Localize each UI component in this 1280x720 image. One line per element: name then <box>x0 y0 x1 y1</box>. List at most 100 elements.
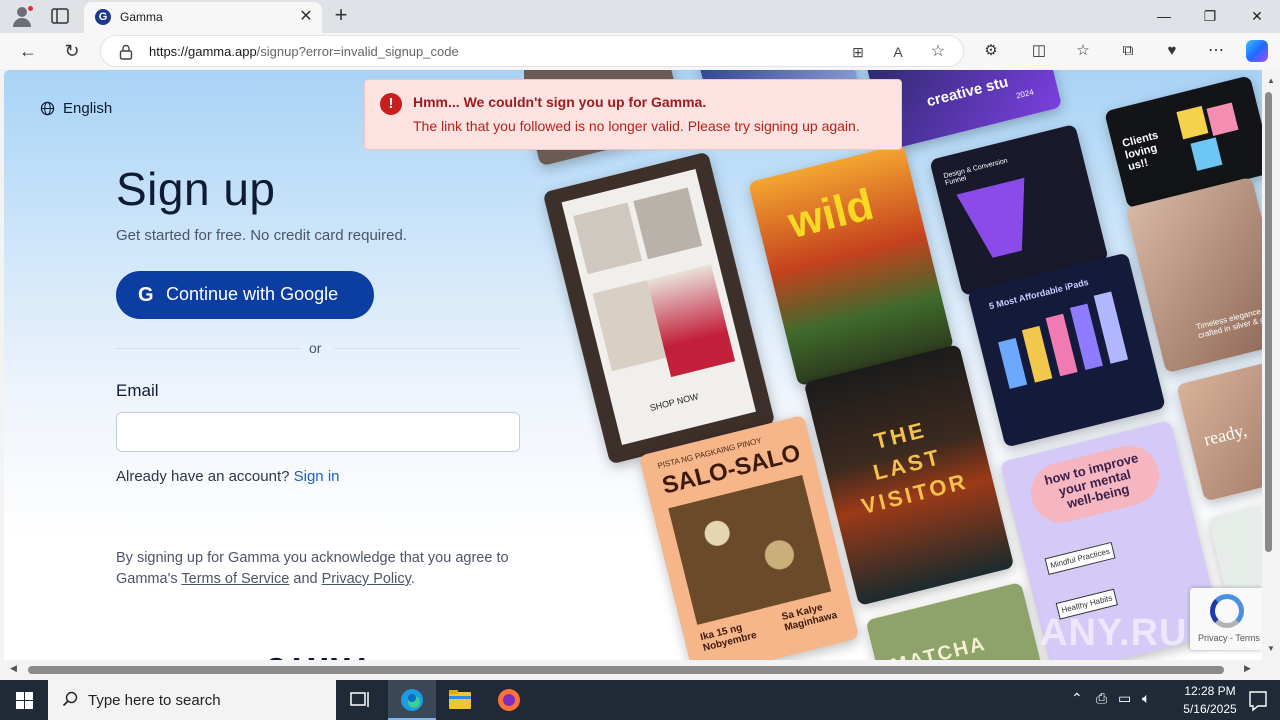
windows-start-icon[interactable] <box>0 680 48 720</box>
file-explorer-icon[interactable] <box>436 680 484 720</box>
divider-line <box>116 348 302 349</box>
recaptcha-text[interactable]: Privacy - Terms <box>1198 633 1260 643</box>
tab-title: Gamma <box>120 10 163 24</box>
continue-with-google-button[interactable]: G Continue with Google <box>116 271 374 319</box>
legal-and: and <box>293 571 318 587</box>
collage-card-ready: ready, <box>1176 358 1262 502</box>
sticky-note-blue <box>1190 137 1223 171</box>
food-photo <box>668 475 832 625</box>
vertical-scroll-thumb[interactable] <box>1265 92 1272 552</box>
performance-icon[interactable]: ♥ <box>1161 40 1183 62</box>
url-host: https://gamma.app <box>149 44 257 59</box>
url-path: /signup?error=invalid_signup_code <box>256 44 459 59</box>
tray-chevron-icon[interactable]: ⌃ <box>1071 690 1083 707</box>
google-button-label: Continue with Google <box>166 284 339 304</box>
network-icon[interactable]: ▭ <box>1118 690 1131 707</box>
read-aloud-icon[interactable]: A <box>889 43 907 61</box>
horizontal-scrollbar[interactable]: ◀ ▶ <box>4 660 1262 680</box>
windows-taskbar: Type here to search ⌃ ⎙ ▭ 🔈︎ 12:28 PM 5/… <box>0 680 1280 720</box>
scroll-down-arrow-icon[interactable]: ▼ <box>1267 644 1275 653</box>
profile-avatar-icon[interactable] <box>11 5 34 27</box>
sticky-note-pink <box>1206 102 1239 136</box>
mindful-text: Mindful Practices <box>1044 541 1116 576</box>
firefox-icon[interactable] <box>485 680 533 720</box>
page-viewport: English Sign up Get started for free. No… <box>4 70 1262 660</box>
search-icon <box>62 691 78 707</box>
edge-taskbar-icon[interactable] <box>388 680 436 720</box>
timeless-text: Timeless elegance, crafted in silver & g… <box>1195 306 1262 341</box>
gamma-favicon-icon: G <box>95 9 111 25</box>
back-button[interactable]: ← <box>14 37 42 65</box>
vertical-scrollbar[interactable]: ▲ ▼ <box>1262 70 1280 660</box>
gamma-logo: GAMMA <box>266 652 372 660</box>
horizontal-scroll-thumb[interactable] <box>28 666 1224 674</box>
language-selector[interactable]: English <box>63 100 112 117</box>
tab-actions-icon[interactable] <box>50 7 70 25</box>
ipad-bar-2 <box>1021 325 1053 383</box>
ready-text: ready, <box>1201 419 1249 450</box>
page-title: Sign up <box>116 163 276 215</box>
kalye-text: Sa Kalye Maginhawa <box>780 602 839 634</box>
task-view-icon[interactable] <box>336 680 384 720</box>
signin-prompt: Already have an account? Sign in <box>116 468 340 485</box>
collections-icon[interactable]: ⧉ <box>1117 40 1139 62</box>
notification-icon[interactable] <box>1236 680 1280 720</box>
favorites-icon[interactable]: ☆ <box>1072 40 1094 62</box>
browser-tab[interactable]: G Gamma ✕ <box>84 2 322 33</box>
creative-year: 2024 <box>1015 87 1035 101</box>
new-tab-button[interactable]: + <box>330 4 352 26</box>
recaptcha-icon <box>1210 594 1244 628</box>
toast-title: Hmm... We couldn't sign you up for Gamma… <box>413 94 707 110</box>
legal-period: . <box>410 571 415 587</box>
address-bar[interactable]: https://gamma.app/signup?error=invalid_s… <box>100 35 964 67</box>
toast-message: The link that you followed is no longer … <box>413 118 860 134</box>
creative-text: creative stu <box>924 73 1010 111</box>
extensions-icon[interactable]: ⚙ <box>980 40 1002 62</box>
recaptcha-badge[interactable]: Privacy - Terms <box>1190 588 1262 650</box>
privacy-link[interactable]: Privacy Policy <box>322 571 411 587</box>
minimize-button[interactable]: — <box>1141 0 1187 32</box>
ipad-bar-1 <box>998 337 1028 389</box>
scroll-right-arrow-icon[interactable]: ▶ <box>1244 663 1251 674</box>
template-collage: creative stu 2024 Clients loving us!! SH… <box>524 70 1262 660</box>
terms-link[interactable]: Terms of Service <box>181 571 289 587</box>
favorite-star-icon[interactable]: ☆ <box>929 43 947 61</box>
google-icon: G <box>138 284 154 306</box>
wild-text: wild <box>783 179 879 248</box>
error-toast: ! Hmm... We couldn't sign you up for Gam… <box>364 79 902 150</box>
collage-card-wild: wild <box>747 143 955 387</box>
sticky-note-yellow <box>1176 105 1209 140</box>
email-label: Email <box>116 381 159 400</box>
funnel-shape <box>956 177 1042 263</box>
error-icon: ! <box>380 93 402 115</box>
taskbar-search-box[interactable]: Type here to search <box>48 680 336 720</box>
email-field[interactable] <box>116 412 520 452</box>
close-window-button[interactable]: ✕ <box>1234 0 1280 32</box>
clients-text: Clients loving us!! <box>1121 129 1160 174</box>
restore-button[interactable]: ❐ <box>1187 0 1233 32</box>
divider-or: or <box>309 340 322 356</box>
globe-icon[interactable] <box>40 101 55 116</box>
split-screen-icon[interactable]: ◫ <box>1028 40 1050 62</box>
copilot-icon[interactable] <box>1246 40 1268 62</box>
last-visitor-text: THE LAST VISITOR <box>858 416 971 519</box>
tab-close-icon[interactable]: ✕ <box>297 8 315 26</box>
scroll-left-arrow-icon[interactable]: ◀ <box>10 663 17 674</box>
matcha-text: MATCHA <box>888 632 989 660</box>
sign-in-link[interactable]: Sign in <box>294 468 340 485</box>
collage-card-fashion: SHOP NOW <box>542 151 776 465</box>
url-text[interactable]: https://gamma.app/signup?error=invalid_s… <box>149 44 459 59</box>
divider-line <box>334 348 520 349</box>
scroll-up-arrow-icon[interactable]: ▲ <box>1267 76 1275 85</box>
refresh-button[interactable]: ↻ <box>58 37 86 65</box>
tab-bar: G Gamma ✕ + — ❐ ✕ <box>0 0 1280 33</box>
tray-device-icon[interactable]: ⎙ <box>1096 690 1107 707</box>
already-text: Already have an account? <box>116 468 290 485</box>
app-available-icon[interactable]: ⊞ <box>849 43 867 61</box>
page-subtitle: Get started for free. No credit card req… <box>116 227 407 244</box>
legal-text: By signing up for Gamma you acknowledge … <box>116 548 536 590</box>
volume-icon[interactable]: 🔈︎ <box>1142 690 1150 707</box>
taskbar-search-placeholder: Type here to search <box>88 692 221 709</box>
more-menu-icon[interactable]: ⋯ <box>1205 40 1227 62</box>
lock-icon[interactable] <box>119 44 133 60</box>
